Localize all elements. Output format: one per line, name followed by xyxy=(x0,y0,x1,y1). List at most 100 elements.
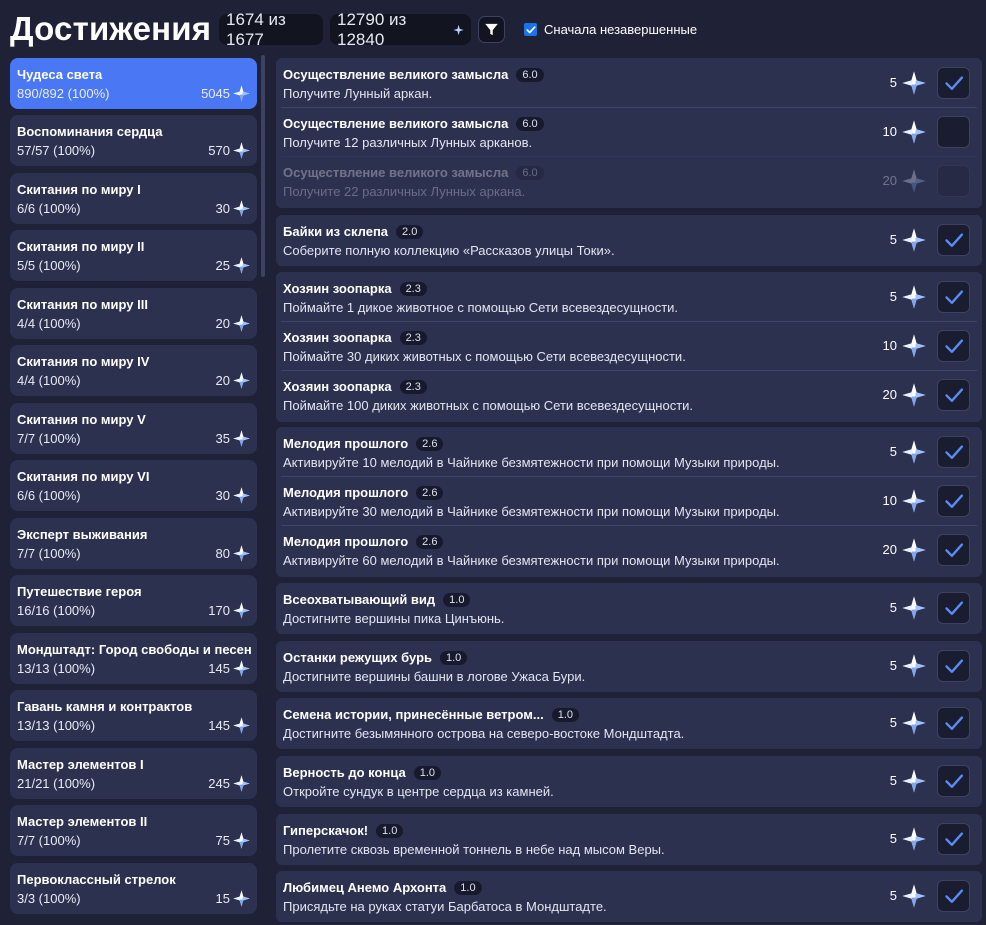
sort-incomplete-toggle[interactable]: Сначала незавершенные xyxy=(524,22,697,37)
sidebar-category[interactable]: Мастер элементов I 21/21 (100%) 245 xyxy=(10,748,257,799)
achievement-complete-checkbox[interactable] xyxy=(937,650,970,682)
checkmark-icon xyxy=(944,601,963,615)
achievement-group: Всеохватывающий вид 1.0 Достигните вершины… xyxy=(276,583,982,634)
category-progress: 7/7 (100%) xyxy=(17,546,81,561)
category-name: Мондштадт: Город свободы и песен xyxy=(17,642,252,657)
achievement-title: Мелодия прошлого xyxy=(283,534,409,549)
category-progress: 7/7 (100%) xyxy=(17,833,81,848)
primogem-icon xyxy=(902,169,926,193)
category-points: 30 xyxy=(215,488,230,503)
sidebar-category[interactable]: Мондштадт: Город свободы и песен 13/13 (1… xyxy=(10,633,257,684)
achievement-description: Активируйте 60 мелодий в Чайнике безмяте… xyxy=(283,553,780,568)
achievement-points: 5 xyxy=(889,773,897,788)
sidebar-category[interactable]: Скитания по миру III 4/4 (100%) 20 xyxy=(10,288,257,339)
sidebar-category[interactable]: Гавань камня и контрактов 13/13 (100%) 145 xyxy=(10,690,257,741)
achievement-title: Хозяин зоопарка xyxy=(283,281,392,296)
achievement-title: Осуществление великого замысла xyxy=(283,165,509,180)
achievement-complete-checkbox[interactable] xyxy=(937,765,970,797)
achievement-points: 20 xyxy=(882,173,897,188)
primogem-icon xyxy=(453,24,464,35)
primogem-icon xyxy=(902,596,926,620)
achievement-complete-checkbox[interactable] xyxy=(937,534,970,566)
achievement-complete-checkbox[interactable] xyxy=(937,165,970,197)
achievement-row: Хозяин зоопарка 2.3 Поймайте 1 дикое живот… xyxy=(276,272,982,321)
sidebar-category[interactable]: Первоклассный стрелок 3/3 (100%) 15 xyxy=(10,863,257,914)
achievement-description: Получите 12 различных Лунных арканов. xyxy=(283,135,533,150)
achievement-group: Останки режущих бурь 1.0 Достигните вершин… xyxy=(276,641,982,692)
version-badge: 1.0 xyxy=(454,880,482,895)
achievement-description: Присядьте на руках статуи Барбатоса в Мо… xyxy=(283,899,607,914)
achievement-title-line: Мелодия прошлого 2.6 xyxy=(283,534,444,549)
category-points: 15 xyxy=(215,891,230,906)
achievement-title: Осуществление великого замысла xyxy=(283,116,509,131)
category-progress: 16/16 (100%) xyxy=(17,603,96,618)
achievement-description: Активируйте 10 мелодий в Чайнике безмяте… xyxy=(283,455,780,470)
achievement-complete-checkbox[interactable] xyxy=(937,281,970,313)
category-name: Гавань камня и контрактов xyxy=(17,699,193,714)
achievement-row: Гиперскачок! 1.0 Пролетите сквозь временно… xyxy=(276,814,982,863)
achievement-description: Достигните безымянного острова на северо… xyxy=(283,726,685,741)
achievement-points: 5 xyxy=(889,888,897,903)
achievement-row: Любимец Анемо Архонта 1.0 Присядьте на рук… xyxy=(276,871,982,920)
category-points: 75 xyxy=(215,833,230,848)
achievement-group: Байки из склепа 2.0 Соберите полную коллек… xyxy=(276,215,982,266)
sidebar-category[interactable]: Чудеса света 890/892 (100%) 5045 xyxy=(10,58,257,109)
achievement-row: Мелодия прошлого 2.6 Активируйте 30 мелоди… xyxy=(276,476,982,525)
version-badge: 6.0 xyxy=(516,165,544,180)
sidebar-category[interactable]: Скитания по миру IV 4/4 (100%) 20 xyxy=(10,345,257,396)
achievement-complete-checkbox[interactable] xyxy=(937,592,970,624)
achievement-title-line: Верность до конца 1.0 xyxy=(283,765,441,780)
primogem-icon xyxy=(233,85,250,102)
category-points: 25 xyxy=(215,258,230,273)
category-name: Скитания по миру I xyxy=(17,182,141,197)
sidebar-category[interactable]: Скитания по миру VI 6/6 (100%) 30 xyxy=(10,460,257,511)
achievement-complete-checkbox[interactable] xyxy=(937,224,970,256)
sidebar-category[interactable]: Скитания по миру I 6/6 (100%) 30 xyxy=(10,173,257,224)
category-sidebar: Чудеса света 890/892 (100%) 5045 Воспоминан… xyxy=(10,58,257,925)
sidebar-category[interactable]: Скитания по миру II 5/5 (100%) 25 xyxy=(10,230,257,281)
sidebar-category[interactable]: Путешествие героя 16/16 (100%) 170 xyxy=(10,575,257,626)
achievement-row: Мелодия прошлого 2.6 Активируйте 60 мелоди… xyxy=(276,525,982,574)
category-points: 170 xyxy=(208,603,230,618)
achievement-title: Мелодия прошлого xyxy=(283,436,409,451)
achievement-points: 5 xyxy=(889,75,897,90)
achievement-group: Мелодия прошлого 2.6 Активируйте 10 мелоди… xyxy=(276,427,982,577)
sidebar-category[interactable]: Скитания по миру V 7/7 (100%) 35 xyxy=(10,403,257,454)
sidebar-category[interactable]: Мастер элементов II 7/7 (100%) 75 xyxy=(10,805,257,856)
achievement-complete-checkbox[interactable] xyxy=(937,823,970,855)
achievement-points: 5 xyxy=(889,658,897,673)
primogem-icon xyxy=(233,200,250,217)
achievement-complete-checkbox[interactable] xyxy=(937,67,970,99)
version-badge: 6.0 xyxy=(516,116,544,131)
category-name: Воспоминания сердца xyxy=(17,124,163,139)
achievement-row: Останки режущих бурь 1.0 Достигните вершин… xyxy=(276,641,982,690)
primogem-icon xyxy=(902,71,926,95)
achievement-title-line: Хозяин зоопарка 2.3 xyxy=(283,379,427,394)
category-points: 245 xyxy=(208,776,230,791)
sidebar-scrollbar[interactable] xyxy=(261,55,265,277)
achievement-complete-checkbox[interactable] xyxy=(937,436,970,468)
achievement-title: Байки из склепа xyxy=(283,224,389,239)
achievement-points: 20 xyxy=(882,387,897,402)
filter-button[interactable] xyxy=(478,16,505,43)
achievement-complete-checkbox[interactable] xyxy=(937,330,970,362)
achievement-list: Осуществление великого замысла 6.0 Получит… xyxy=(276,58,982,925)
achievement-complete-checkbox[interactable] xyxy=(937,379,970,411)
achievement-complete-checkbox[interactable] xyxy=(937,116,970,148)
sidebar-category[interactable]: Воспоминания сердца 57/57 (100%) 570 xyxy=(10,115,257,166)
category-progress: 5/5 (100%) xyxy=(17,258,81,273)
achievement-complete-checkbox[interactable] xyxy=(937,880,970,912)
primogem-icon xyxy=(233,430,250,447)
category-name: Скитания по миру IV xyxy=(17,354,150,369)
primogem-icon xyxy=(902,489,926,513)
category-points: 30 xyxy=(215,201,230,216)
achievement-row: Осуществление великого замысла 6.0 Получит… xyxy=(276,58,982,107)
achievement-complete-checkbox[interactable] xyxy=(937,707,970,739)
achievement-description: Поймайте 100 диких животных с помощью Се… xyxy=(283,398,694,413)
category-points: 145 xyxy=(208,718,230,733)
achievement-complete-checkbox[interactable] xyxy=(937,485,970,517)
achievement-description: Поймайте 1 дикое животное с помощью Сети… xyxy=(283,300,679,315)
sort-incomplete-checkbox[interactable] xyxy=(524,23,537,36)
achievement-points: 10 xyxy=(882,493,897,508)
sidebar-category[interactable]: Эксперт выживания 7/7 (100%) 80 xyxy=(10,518,257,569)
